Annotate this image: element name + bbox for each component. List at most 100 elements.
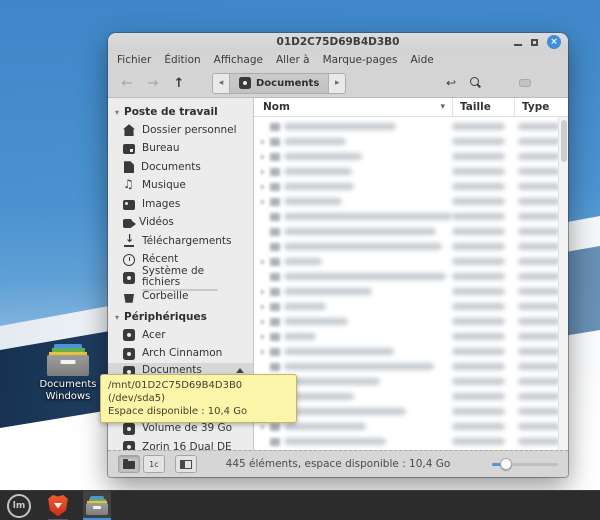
- menu-aller-a[interactable]: Aller à: [276, 54, 310, 66]
- file-row[interactable]: [254, 164, 568, 179]
- music-icon: [123, 180, 135, 192]
- expander-icon[interactable]: [261, 304, 265, 310]
- file-row[interactable]: [254, 419, 568, 434]
- chevron-down-icon[interactable]: ▾: [115, 108, 119, 117]
- column-header-type[interactable]: Type: [514, 98, 568, 116]
- sort-desc-icon: ▾: [440, 102, 452, 112]
- sidebar-item-dossier-personnel[interactable]: Dossier personnel: [108, 121, 253, 140]
- file-row[interactable]: [254, 119, 568, 134]
- maximize-icon[interactable]: [531, 39, 538, 46]
- close-icon[interactable]: [547, 35, 561, 49]
- sidebar-item-systeme-de-fichiers[interactable]: Système de fichiers: [108, 269, 253, 288]
- file-row[interactable]: [254, 179, 568, 194]
- file-row[interactable]: [254, 254, 568, 269]
- sidebar-item-bureau[interactable]: Bureau: [108, 140, 253, 159]
- file-row[interactable]: [254, 224, 568, 239]
- menu-affichage[interactable]: Affichage: [214, 54, 263, 66]
- sidebar-item-telechargements[interactable]: Téléchargements: [108, 232, 253, 251]
- sidebar-item-videos[interactable]: Vidéos: [108, 214, 253, 233]
- expander-icon[interactable]: [261, 319, 265, 325]
- list-view-button[interactable]: [519, 79, 531, 87]
- sidebar-item-acer[interactable]: Acer: [108, 326, 253, 345]
- blurred-file-type: [518, 213, 560, 220]
- document-icon: [124, 161, 134, 173]
- file-row[interactable]: [254, 374, 568, 389]
- sidebar-item-zorin-16-dual-de[interactable]: Zorin 16 Dual DE: [108, 438, 253, 450]
- search-icon[interactable]: [469, 77, 481, 89]
- file-row[interactable]: [254, 134, 568, 149]
- zoom-slider[interactable]: [492, 457, 558, 471]
- taskbar-brave-browser[interactable]: [44, 491, 72, 520]
- menu-edition[interactable]: Édition: [164, 54, 200, 66]
- expander-icon[interactable]: [261, 184, 265, 190]
- file-row[interactable]: [254, 434, 568, 449]
- expander-icon[interactable]: [261, 334, 265, 340]
- desktop-icon-documents-windows[interactable]: Documents Windows: [34, 344, 102, 403]
- blurred-file-size: [452, 303, 505, 310]
- file-row[interactable]: [254, 209, 568, 224]
- folder-icon: [270, 153, 280, 161]
- sidebar-item-images[interactable]: Images: [108, 195, 253, 214]
- file-row[interactable]: [254, 359, 568, 374]
- file-row[interactable]: [254, 314, 568, 329]
- file-name-cell: [254, 273, 452, 281]
- sidebar-item-musique[interactable]: Musique: [108, 177, 253, 196]
- expander-icon[interactable]: [261, 289, 265, 295]
- column-header-name[interactable]: Nom ▾: [254, 101, 452, 113]
- expander-icon[interactable]: [261, 139, 265, 145]
- file-row[interactable]: [254, 194, 568, 209]
- expander-icon[interactable]: [261, 169, 265, 175]
- minimize-icon[interactable]: [514, 44, 522, 46]
- sidebar-item-arch-cinnamon[interactable]: Arch Cinnamon: [108, 345, 253, 364]
- compact-view-button[interactable]: [544, 79, 556, 87]
- sidebar-item-documents[interactable]: Documents: [108, 158, 253, 177]
- breadcrumb-current[interactable]: Documents: [229, 74, 329, 93]
- blurred-file-size: [452, 393, 505, 400]
- blurred-file-size: [452, 423, 505, 430]
- back-icon[interactable]: ←: [118, 76, 136, 91]
- blurred-file-name: [284, 183, 354, 190]
- desktop-icon: [123, 144, 135, 154]
- breadcrumb-left-icon[interactable]: ◂: [213, 74, 229, 93]
- file-cabinet-icon: [47, 344, 89, 376]
- titlebar[interactable]: 01D2C75D69B4D3B0: [108, 33, 568, 51]
- expander-icon[interactable]: [261, 349, 265, 355]
- file-row[interactable]: [254, 299, 568, 314]
- blurred-file-type: [518, 258, 560, 265]
- menu-marque-pages[interactable]: Marque-pages: [323, 54, 398, 66]
- folder-icon: [270, 333, 280, 341]
- breadcrumb: ◂ Documents ▸: [212, 73, 346, 94]
- expander-icon[interactable]: [261, 199, 265, 205]
- scrollbar-thumb[interactable]: [561, 120, 567, 162]
- file-row[interactable]: [254, 149, 568, 164]
- expander-icon[interactable]: [261, 424, 265, 430]
- forward-icon[interactable]: →: [144, 76, 162, 91]
- file-row[interactable]: [254, 389, 568, 404]
- file-size-cell: [452, 318, 514, 325]
- chevron-down-icon[interactable]: ▾: [115, 313, 119, 322]
- blurred-file-type: [518, 393, 560, 400]
- column-header-size[interactable]: Taille: [452, 98, 514, 116]
- file-row[interactable]: [254, 404, 568, 419]
- expander-icon[interactable]: [261, 259, 265, 265]
- file-row[interactable]: [254, 269, 568, 284]
- taskbar-file-manager[interactable]: [83, 491, 111, 520]
- menu-aide[interactable]: Aide: [410, 54, 433, 66]
- menu-fichier[interactable]: Fichier: [117, 54, 151, 66]
- sidebar-item-label: Acer: [142, 330, 166, 341]
- file-row[interactable]: [254, 239, 568, 254]
- location-entry-toggle-icon[interactable]: ↩: [446, 77, 456, 90]
- file-row[interactable]: [254, 329, 568, 344]
- breadcrumb-right-icon[interactable]: ▸: [329, 74, 345, 93]
- up-icon[interactable]: ↑: [170, 76, 188, 91]
- file-row[interactable]: [254, 344, 568, 359]
- slider-knob[interactable]: [500, 458, 512, 470]
- file-size-cell: [452, 153, 514, 160]
- file-size-cell: [452, 258, 514, 265]
- taskbar-mint-menu-button[interactable]: lm: [5, 491, 33, 520]
- grid-view-button[interactable]: [494, 79, 506, 87]
- file-row[interactable]: [254, 284, 568, 299]
- vertical-scrollbar[interactable]: [558, 117, 568, 450]
- folder-icon: [270, 168, 280, 176]
- expander-icon[interactable]: [261, 154, 265, 160]
